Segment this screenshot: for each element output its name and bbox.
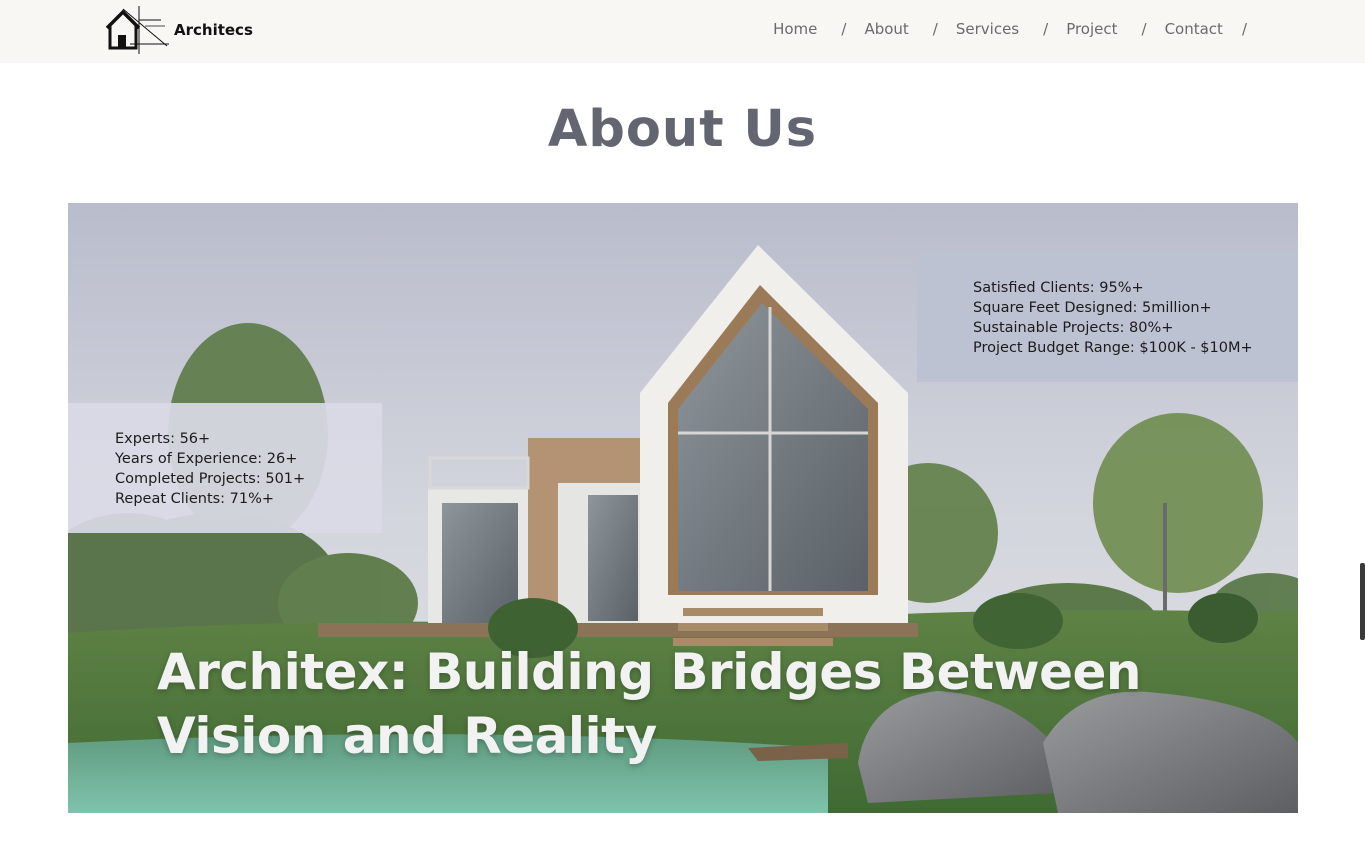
nav-home-link[interactable]: Home — [773, 20, 817, 38]
stat-years-experience: Years of Experience: 26+ — [115, 451, 298, 467]
nav-separator: / — [1241, 20, 1247, 38]
stats-panel-left: Experts: 56+ Years of Experience: 26+ Co… — [68, 403, 382, 533]
hero-heading-line-2: Vision and Reality — [157, 707, 657, 765]
stat-square-feet: Square Feet Designed: 5million+ — [973, 300, 1212, 316]
nav-separator: / — [1043, 20, 1049, 38]
nav-separator: / — [1141, 20, 1147, 38]
logo[interactable]: Architecs — [105, 6, 253, 54]
main-nav: Home / About / Services / Project / Cont… — [773, 20, 1247, 38]
nav-about-link[interactable]: About — [864, 20, 908, 38]
nav-services-link[interactable]: Services — [956, 20, 1019, 38]
navbar: Architecs Home / About / Services / Proj… — [0, 0, 1365, 63]
house-logo-icon — [105, 6, 169, 54]
stat-satisfied-clients: Satisfied Clients: 95%+ — [973, 280, 1144, 296]
nav-separator: / — [841, 20, 847, 38]
page-title: About Us — [547, 100, 818, 159]
stat-experts: Experts: 56+ — [115, 431, 211, 447]
hero-heading-line-1: Architex: Building Bridges Between — [157, 643, 1142, 701]
stat-budget-range: Project Budget Range: $100K - $10M+ — [973, 340, 1253, 356]
scrollbar-thumb[interactable] — [1360, 563, 1365, 640]
nav-separator: / — [932, 20, 938, 38]
stat-repeat-clients: Repeat Clients: 71%+ — [115, 491, 275, 507]
stat-completed-projects: Completed Projects: 501+ — [115, 471, 306, 487]
nav-contact-link[interactable]: Contact — [1165, 20, 1223, 38]
hero-heading: Architex: Building Bridges Between Visio… — [157, 640, 1157, 768]
logo-text: Architecs — [174, 21, 253, 39]
nav-project-link[interactable]: Project — [1066, 20, 1117, 38]
hero-section: Experts: 56+ Years of Experience: 26+ Co… — [68, 203, 1298, 813]
stat-sustainable-projects: Sustainable Projects: 80%+ — [973, 320, 1174, 336]
stats-panel-right: Satisfied Clients: 95%+ Square Feet Desi… — [917, 252, 1298, 382]
